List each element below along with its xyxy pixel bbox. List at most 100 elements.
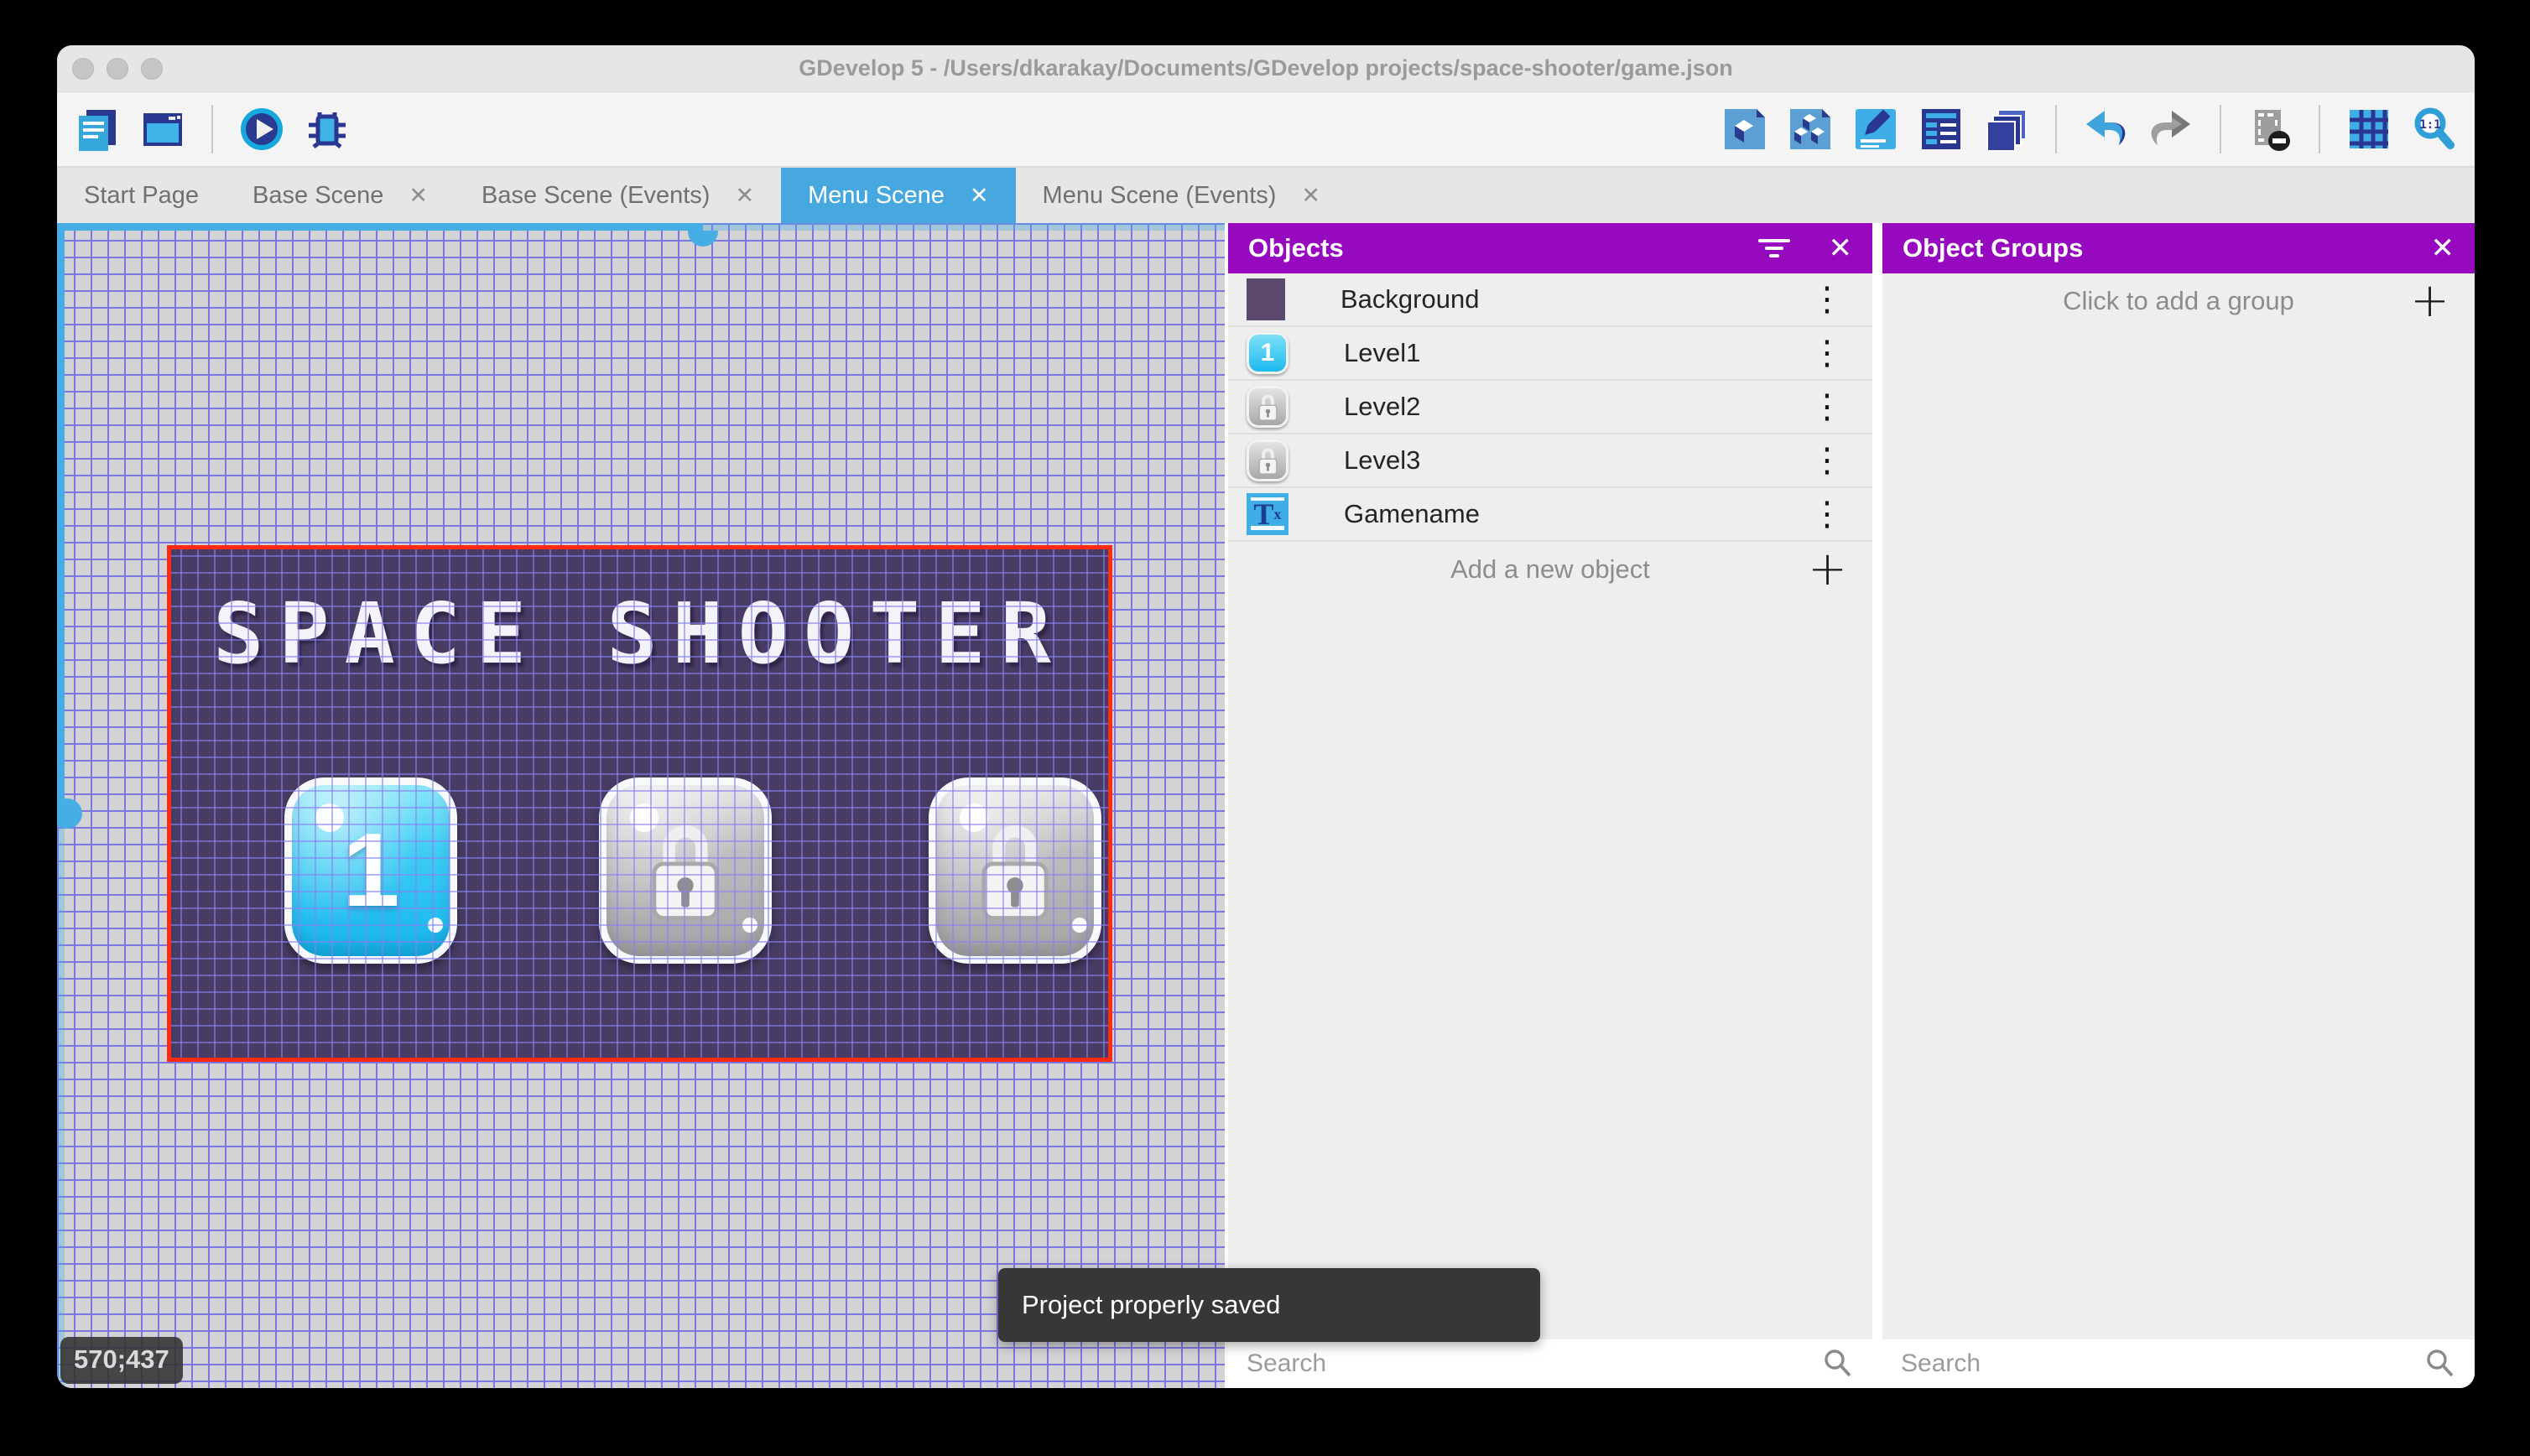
title-bar: GDevelop 5 - /Users/dkarakay/Documents/G… bbox=[57, 45, 2475, 92]
lock-icon bbox=[973, 818, 1057, 923]
scene-editor-canvas[interactable]: SPACE SHOOTER 1 570;437 bbox=[57, 223, 1225, 1388]
debug-icon[interactable] bbox=[304, 106, 351, 153]
object-groups-panel-header: Object Groups ✕ bbox=[1882, 223, 2475, 273]
tab-close-icon[interactable]: ✕ bbox=[735, 183, 754, 209]
groups-search-bar bbox=[1882, 1339, 2475, 1388]
properties-panel-icon[interactable] bbox=[1852, 106, 1899, 153]
objects-search-input[interactable] bbox=[1247, 1349, 1822, 1378]
tab-label: Menu Scene (Events) bbox=[1043, 182, 1277, 210]
kebab-menu-icon[interactable]: ⋮ bbox=[1810, 336, 1844, 370]
object-row-level2[interactable]: Level2 ⋮ bbox=[1228, 381, 1872, 434]
gdevelop-window: GDevelop 5 - /Users/dkarakay/Documents/G… bbox=[57, 45, 2475, 1388]
object-list: Background ⋮ 1 Level1 ⋮ Level2 ⋮ Level3 ⋮ Tx Gamen… bbox=[1228, 273, 1872, 542]
object-label: Background bbox=[1340, 284, 1479, 315]
lock-icon bbox=[643, 818, 727, 923]
add-group-button[interactable]: Click to add a group + bbox=[1882, 273, 2475, 329]
zoom-1-1-icon[interactable]: 1:1 bbox=[2411, 106, 2458, 153]
kebab-menu-icon[interactable]: ⋮ bbox=[1810, 390, 1844, 424]
tab-label: Menu Scene bbox=[808, 182, 945, 210]
tab-menu-scene-events[interactable]: Menu Scene (Events) ✕ bbox=[1016, 168, 1347, 223]
window-title: GDevelop 5 - /Users/dkarakay/Documents/G… bbox=[57, 55, 2475, 81]
scene-title-text[interactable]: SPACE SHOOTER bbox=[171, 585, 1108, 683]
text-thumbnail: Tx bbox=[1247, 493, 1288, 535]
search-icon[interactable] bbox=[2424, 1348, 2456, 1380]
object-groups-panel-title: Object Groups bbox=[1903, 233, 2083, 263]
level3-button[interactable] bbox=[929, 777, 1101, 964]
background-thumbnail bbox=[1247, 278, 1285, 320]
tab-menu-scene[interactable]: Menu Scene ✕ bbox=[781, 168, 1015, 223]
objects-panel-icon[interactable] bbox=[1721, 106, 1768, 153]
toast-notification: Project properly saved bbox=[998, 1268, 1540, 1342]
tab-label: Base Scene bbox=[252, 182, 383, 210]
vertical-scrollbar-thumb[interactable] bbox=[57, 223, 65, 826]
mask-toggle-icon[interactable] bbox=[2246, 106, 2293, 153]
minimize-window-button[interactable] bbox=[107, 58, 128, 80]
tab-close-icon[interactable]: ✕ bbox=[409, 183, 428, 209]
lock-thumbnail bbox=[1247, 439, 1288, 481]
object-groups-panel: Object Groups ✕ Click to add a group + bbox=[1882, 223, 2475, 1388]
add-object-button[interactable]: Add a new object + bbox=[1228, 542, 1872, 597]
objects-panel-header: Objects ✕ bbox=[1228, 223, 1872, 273]
traffic-lights bbox=[72, 58, 163, 80]
close-icon[interactable]: ✕ bbox=[2431, 234, 2455, 263]
object-label: Level1 bbox=[1344, 338, 1420, 368]
plus-icon[interactable]: + bbox=[1808, 555, 1847, 584]
lock-thumbnail bbox=[1247, 386, 1288, 428]
object-groups-panel-icon[interactable] bbox=[1787, 106, 1834, 153]
toolbar-separator bbox=[2055, 105, 2057, 153]
cursor-coordinates-badge: 570;437 bbox=[60, 1337, 183, 1384]
kebab-menu-icon[interactable]: ⋮ bbox=[1810, 444, 1844, 477]
layers-panel-icon[interactable] bbox=[1983, 106, 2030, 153]
maximize-window-button[interactable] bbox=[141, 58, 163, 80]
filter-icon[interactable] bbox=[1757, 234, 1792, 263]
objects-search-bar bbox=[1228, 1339, 1872, 1388]
kebab-menu-icon[interactable]: ⋮ bbox=[1810, 283, 1844, 316]
redo-icon[interactable] bbox=[2147, 106, 2194, 153]
plus-icon[interactable]: + bbox=[2410, 287, 2449, 315]
kebab-menu-icon[interactable]: ⋮ bbox=[1810, 497, 1844, 531]
level1-button[interactable]: 1 bbox=[284, 777, 457, 964]
vertical-scrollbar-marker[interactable] bbox=[57, 798, 82, 829]
objects-panel-title: Objects bbox=[1248, 233, 1344, 263]
tab-base-scene-events[interactable]: Base Scene (Events) ✕ bbox=[455, 168, 781, 223]
scene-properties-icon[interactable] bbox=[139, 106, 186, 153]
add-group-label: Click to add a group bbox=[1882, 286, 2475, 316]
close-window-button[interactable] bbox=[72, 58, 94, 80]
tab-label: Base Scene (Events) bbox=[482, 182, 710, 210]
object-row-level1[interactable]: 1 Level1 ⋮ bbox=[1228, 327, 1872, 381]
object-label: Gamename bbox=[1344, 499, 1480, 529]
object-label: Level3 bbox=[1344, 445, 1420, 476]
content: SPACE SHOOTER 1 570;437 Objects ✕ Backgr… bbox=[57, 223, 2475, 1388]
objects-panel: Objects ✕ Background⋮1Level1⋮Level2⋮Leve… bbox=[1225, 223, 1872, 1388]
horizontal-scrollbar-marker[interactable] bbox=[688, 231, 718, 247]
tab-label: Start Page bbox=[84, 182, 199, 210]
tab-close-icon[interactable]: ✕ bbox=[1301, 183, 1320, 209]
level2-button[interactable] bbox=[599, 777, 772, 964]
tab-base-scene[interactable]: Base Scene ✕ bbox=[226, 168, 455, 223]
project-manager-icon[interactable] bbox=[74, 106, 121, 153]
horizontal-scrollbar-thumb[interactable] bbox=[57, 223, 703, 231]
undo-icon[interactable] bbox=[2082, 106, 2129, 153]
grid-toggle-icon[interactable] bbox=[2345, 106, 2392, 153]
editor-tabbar: Start PageBase Scene✕Base Scene (Events)… bbox=[57, 168, 2475, 223]
object-row-gamename[interactable]: Tx Gamename ⋮ bbox=[1228, 488, 1872, 542]
toolbar-separator bbox=[211, 105, 213, 153]
toolbar: 1:1 bbox=[57, 92, 2475, 168]
instances-list-icon[interactable] bbox=[1918, 106, 1965, 153]
object-row-background[interactable]: Background ⋮ bbox=[1228, 273, 1872, 327]
close-icon[interactable]: ✕ bbox=[1829, 234, 1853, 263]
level-number: 1 bbox=[342, 811, 400, 930]
tab-close-icon[interactable]: ✕ bbox=[970, 183, 989, 209]
tab-start-page[interactable]: Start Page bbox=[57, 168, 226, 223]
object-label: Level2 bbox=[1344, 392, 1420, 422]
toolbar-separator bbox=[2319, 105, 2320, 153]
toolbar-separator bbox=[2220, 105, 2221, 153]
groups-search-input[interactable] bbox=[1901, 1349, 2424, 1378]
play-icon[interactable] bbox=[238, 106, 285, 153]
add-object-label: Add a new object bbox=[1228, 554, 1872, 585]
search-icon[interactable] bbox=[1822, 1348, 1854, 1380]
object-row-level3[interactable]: Level3 ⋮ bbox=[1228, 434, 1872, 488]
level1-thumbnail: 1 bbox=[1247, 332, 1288, 374]
svg-text:1:1: 1:1 bbox=[2419, 118, 2440, 132]
game-scene-frame[interactable]: SPACE SHOOTER 1 bbox=[167, 545, 1112, 1062]
